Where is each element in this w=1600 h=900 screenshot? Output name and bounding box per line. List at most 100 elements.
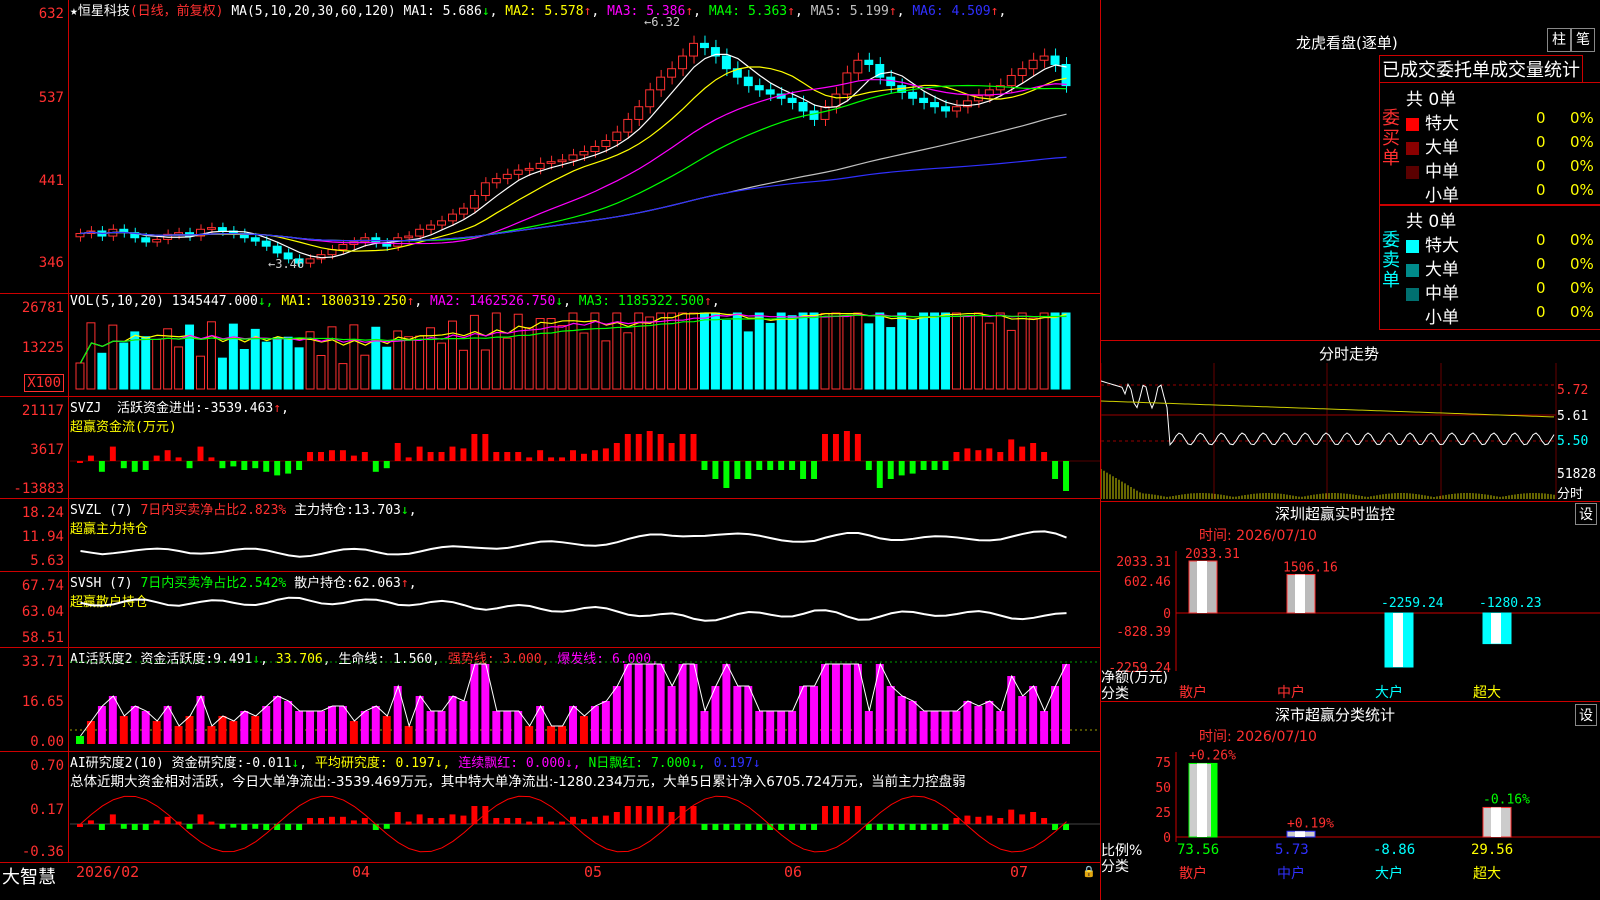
ai-activity-panel[interactable]: 33.71 16.65 0.00 AI活跃度2 资金活跃度:9.491↓, 33… [0, 648, 1100, 752]
ai-research-panel[interactable]: 0.70 0.17 -0.36 AI研究度2(10) 资金研究度:-0.011↓… [0, 752, 1100, 863]
flow-bar [624, 434, 631, 461]
research-bar [778, 824, 785, 830]
flow-bar [975, 450, 982, 461]
candle [1061, 63, 1071, 87]
flow-bar [602, 448, 609, 461]
activity-bar [941, 711, 950, 744]
monitor-value: 1506.16 [1283, 560, 1338, 575]
color-swatch [1406, 311, 1419, 325]
candle [678, 55, 688, 70]
volume-bar [426, 327, 436, 390]
research-bar [745, 824, 752, 830]
volume-bar [919, 312, 929, 390]
research-bar [109, 814, 116, 824]
activity-bar [86, 721, 95, 744]
flow-bar [230, 461, 237, 467]
volume-bar [86, 322, 96, 390]
color-swatch [1406, 287, 1419, 301]
candle [699, 42, 709, 49]
svzl-panel[interactable]: 18.24 11.94 5.63 SVZL (7) 7日内买卖净占比2.823%… [0, 499, 1100, 572]
brand-label: 大智慧 [2, 867, 56, 888]
research-bar [843, 806, 850, 824]
flow-bar [361, 452, 368, 461]
price-panel[interactable]: 632 537 441 346 ★恒星科技(日线，前复权) MA(5,10,20… [0, 0, 1100, 294]
candle [930, 102, 940, 108]
flow-bar [909, 461, 916, 474]
activity-bar [963, 701, 972, 744]
volume-panel[interactable]: 26781 13225 X100 VOL(5,10,20) 1345447.00… [0, 294, 1100, 397]
activity-bar [612, 686, 621, 744]
volume-bar [415, 335, 425, 390]
monitor-panel[interactable]: 深圳超赢实时监控 设 时间: 2026/07/10 2033.31 602.46 0… [1101, 501, 1600, 702]
flow-bar [120, 461, 127, 469]
volume-bar [360, 354, 370, 390]
lock-icon[interactable]: 🔒 [1082, 865, 1096, 878]
svzj-panel[interactable]: 21117 3617 -13883 SVZJ 活跃资金进出:-3539.463↑… [0, 397, 1100, 499]
candle [1028, 59, 1038, 70]
volume-bar [1050, 312, 1060, 390]
stats-tick: 0 [1163, 831, 1171, 846]
volume-bar [689, 312, 698, 390]
main-holding-chart [80, 530, 1067, 558]
candle [754, 85, 764, 91]
flow-bar [1063, 461, 1069, 491]
volume-bar [798, 312, 808, 390]
candle [305, 258, 315, 264]
research-bar [142, 824, 149, 830]
stats-value: 73.56 [1177, 842, 1219, 858]
flow-bar [701, 461, 708, 470]
research-bar [339, 816, 346, 824]
candle [623, 118, 633, 133]
activity-bar [152, 721, 161, 744]
candle [951, 106, 961, 112]
flow-bar [175, 457, 182, 461]
research-bar [701, 824, 708, 830]
stats-tick: 50 [1155, 781, 1171, 796]
holding-line [80, 530, 1067, 558]
order-row: 特大 0 0% [1406, 109, 1596, 134]
candle [75, 233, 85, 238]
stats-panel[interactable]: 深市超赢分类统计 设 时间: 2026/07/10 75 50 25 0 +0.26% 7… [1101, 702, 1600, 900]
volume-bar [765, 322, 775, 390]
flow-bar [679, 434, 686, 461]
volume-bar [590, 312, 600, 390]
volume-bar [754, 312, 764, 390]
activity-bar [76, 736, 84, 744]
bar-mode-button[interactable]: 柱 [1547, 28, 1571, 52]
research-bar [734, 824, 741, 830]
flow-bar [307, 452, 314, 461]
svsh-panel[interactable]: 67.74 63.04 58.51 SVSH (7) 7日内买卖净占比2.542… [0, 572, 1100, 648]
flow-bar [613, 443, 620, 461]
activity-bar [1040, 711, 1049, 744]
flow-bar [964, 448, 971, 461]
candle [1006, 74, 1016, 87]
research-bar [975, 816, 982, 824]
flow-bar [208, 457, 215, 461]
volume-bar [1061, 312, 1071, 390]
activity-bar [788, 711, 797, 744]
candle [1050, 55, 1060, 65]
pen-mode-button[interactable]: 笔 [1571, 28, 1595, 52]
flow-bar [197, 446, 204, 461]
flow-bar [986, 448, 993, 461]
stats-bar-edge [1211, 763, 1217, 837]
volume-bar [217, 357, 227, 390]
volume-bar [710, 312, 720, 390]
flow-bar [898, 461, 905, 476]
monitor-tick: 0 [1163, 607, 1171, 622]
flow-bar [142, 461, 149, 470]
research-bar [296, 824, 303, 830]
candle [743, 76, 753, 87]
flow-bar [383, 461, 390, 469]
color-swatch [1406, 141, 1419, 155]
research-bar [1019, 814, 1026, 824]
stats-value: 5.73 [1275, 842, 1309, 858]
date-tick: 06 [784, 863, 803, 881]
research-bar [77, 824, 83, 827]
intraday-panel[interactable]: 分时走势 5.72 5.61 5.50 51828 分时 [1101, 340, 1600, 502]
stats-value: -8.86 [1373, 842, 1415, 858]
research-bar [515, 818, 522, 824]
change-label: +0.26% [1189, 748, 1236, 763]
volume-bar [294, 347, 304, 390]
flow-bar [274, 461, 281, 476]
